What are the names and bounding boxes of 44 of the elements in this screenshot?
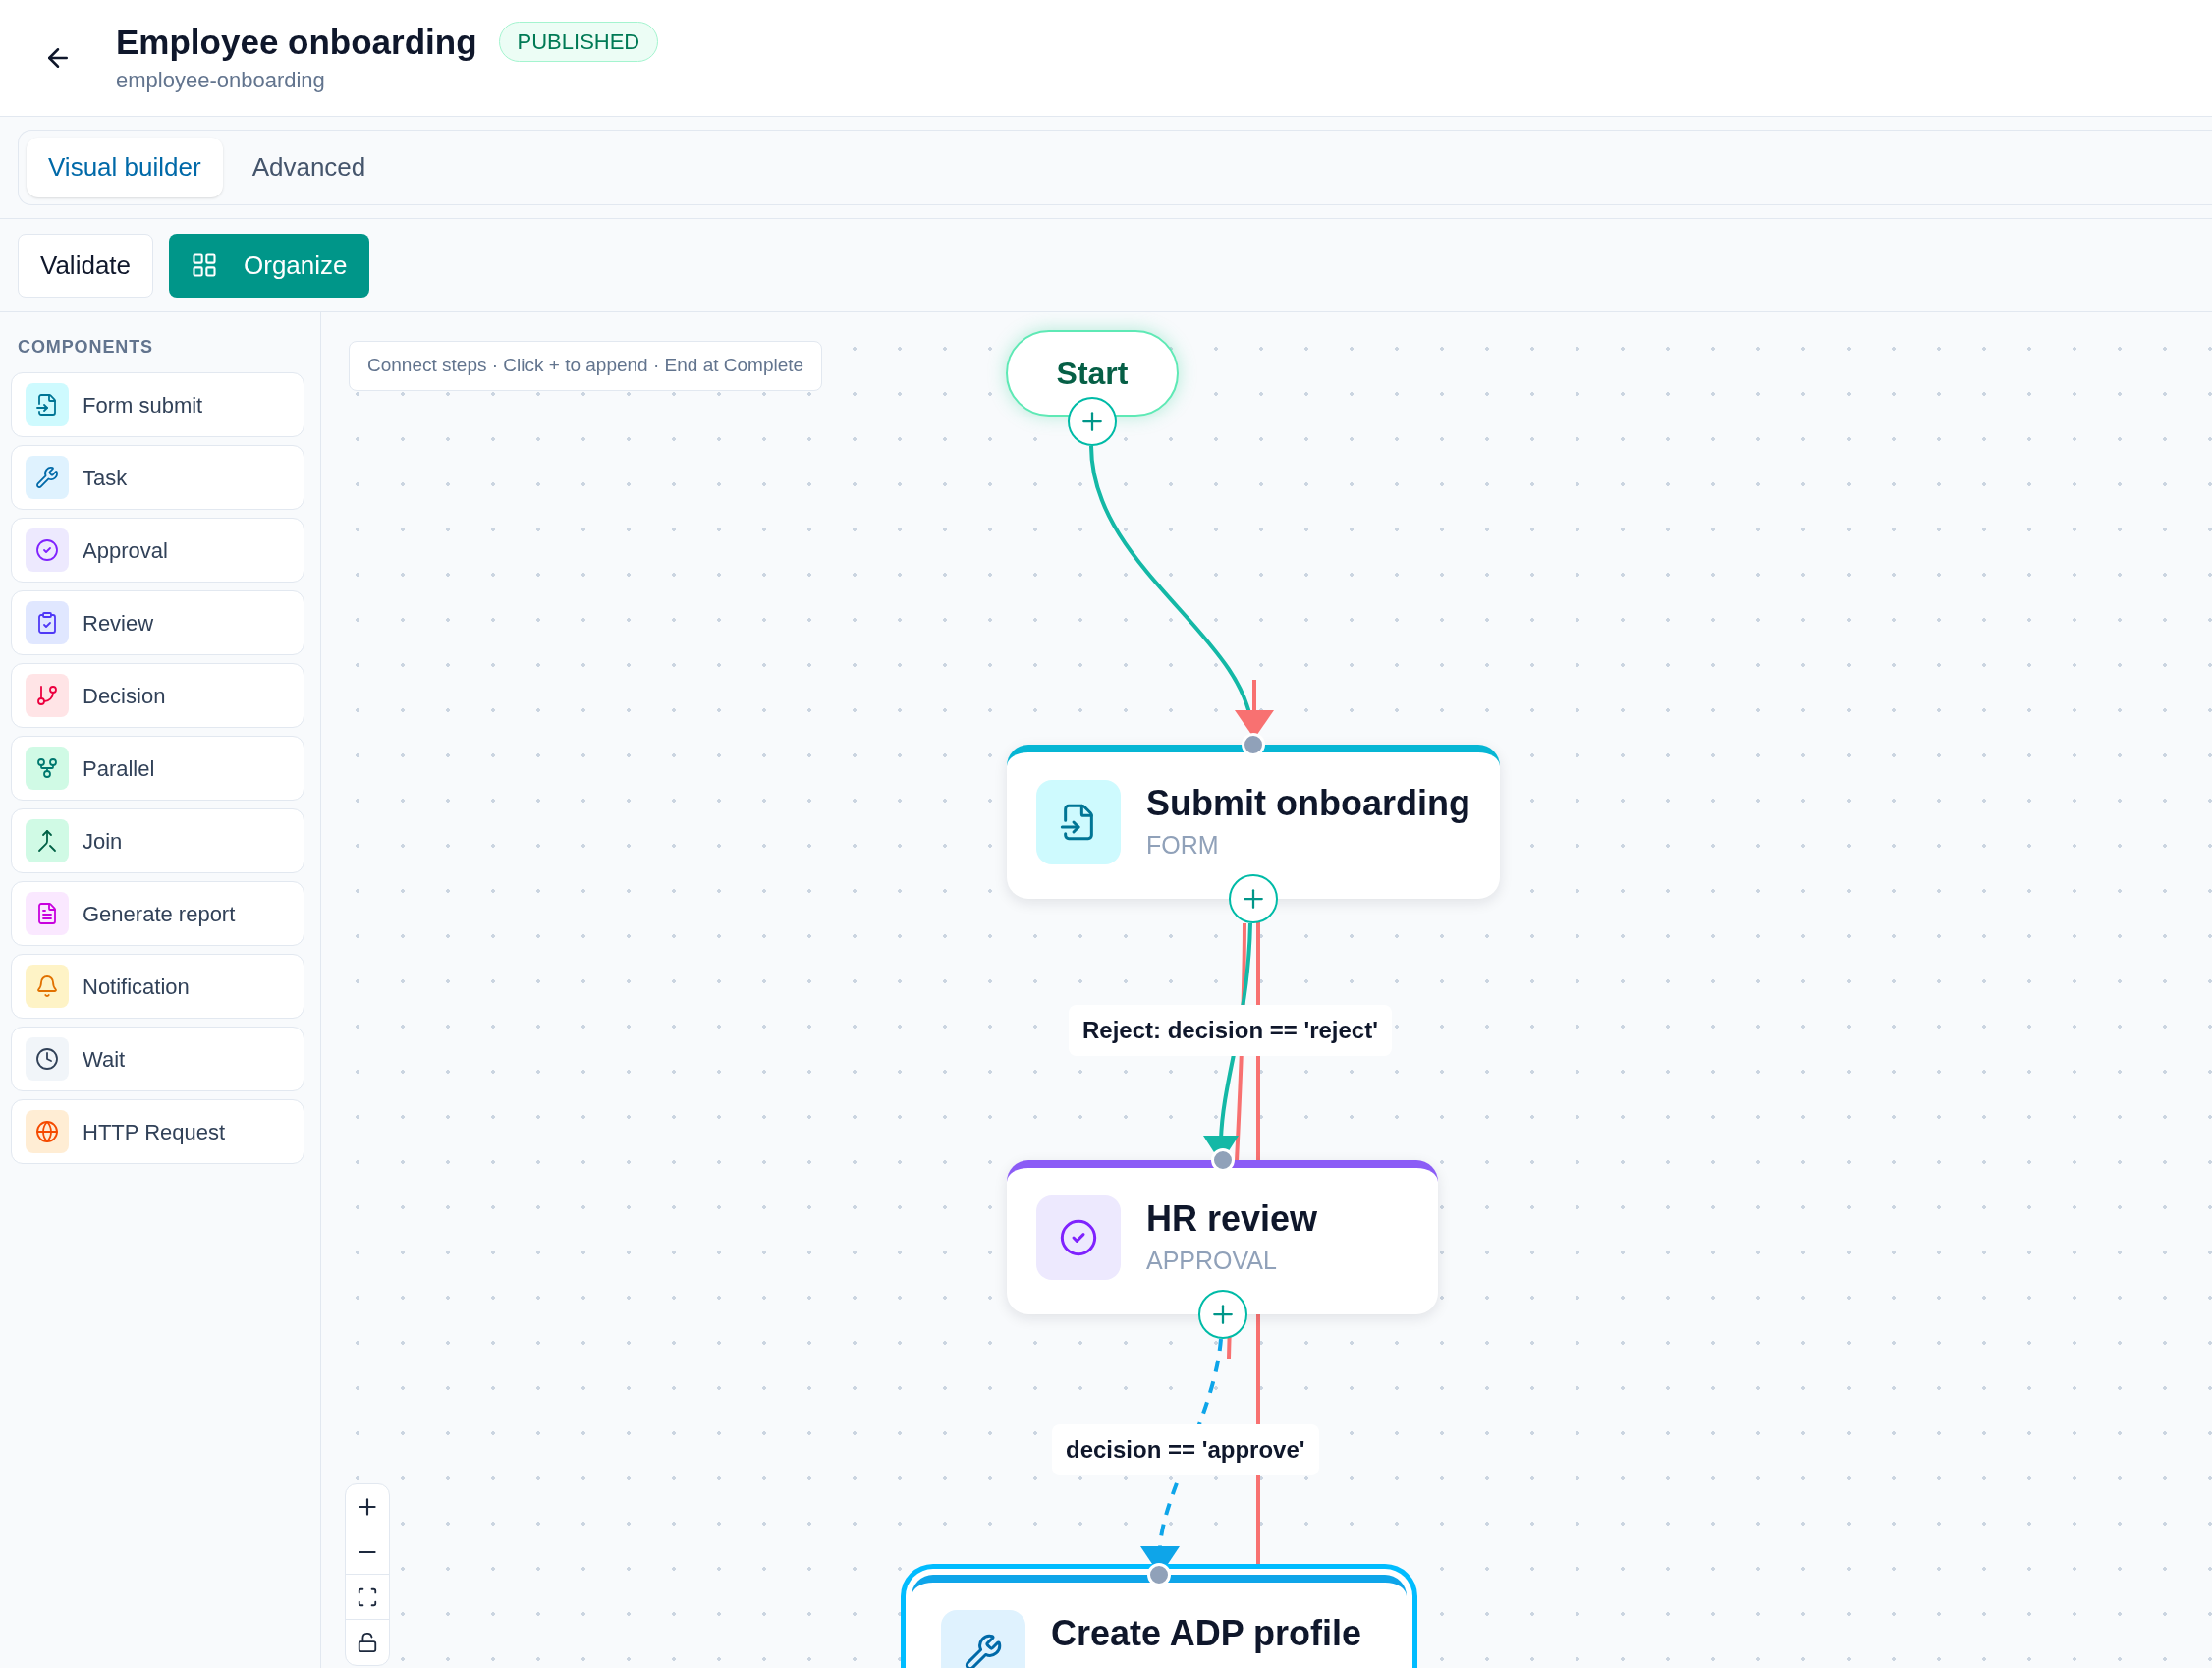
branch-icon — [26, 674, 69, 717]
step-type: FORM — [1146, 830, 1220, 861]
clock-icon — [26, 1037, 69, 1081]
document-icon — [26, 892, 69, 935]
step-node-card[interactable]: HR review APPROVAL — [1007, 1160, 1438, 1314]
connection-handle[interactable] — [1242, 733, 1265, 756]
add-step-button[interactable] — [1068, 397, 1117, 446]
component-item[interactable]: Join — [11, 808, 304, 873]
sidebar-heading: COMPONENTS — [17, 336, 154, 359]
status-badge: PUBLISHED — [498, 22, 659, 62]
tab[interactable]: Visual builder — [27, 138, 223, 197]
component-item[interactable]: Generate report — [11, 881, 304, 946]
validate-button[interactable]: Validate — [18, 233, 154, 298]
organize-button[interactable]: Organize — [169, 233, 369, 298]
clipboard-check-icon — [26, 601, 69, 644]
component-item[interactable]: Review — [11, 590, 304, 655]
component-item[interactable]: Approval — [11, 518, 304, 583]
component-item[interactable]: Form submit — [11, 372, 304, 437]
component-item[interactable]: Parallel — [11, 736, 304, 801]
bell-icon — [26, 965, 69, 1008]
page-slug: employee-onboarding — [116, 66, 326, 94]
add-step-button[interactable] — [1229, 874, 1278, 923]
component-item[interactable]: Task — [11, 445, 304, 510]
edge-label: decision == 'approve' — [1052, 1424, 1319, 1475]
step-title: HR review — [1146, 1197, 1318, 1241]
page-title: Employee onboarding — [116, 21, 477, 63]
component-item[interactable]: Wait — [11, 1027, 304, 1091]
start-node[interactable]: Start — [1006, 330, 1179, 417]
component-item[interactable]: Notification — [11, 954, 304, 1019]
step-type: APPROVAL — [1146, 1246, 1278, 1276]
workflow-canvas[interactable]: Connect steps · Click + to append · End at Complete Start Submit onboarding FORM Reject: decision == 'reject' HR review APPROVAL decision == 'approve' Create ADP profile — [321, 312, 2212, 1668]
globe-icon — [26, 1110, 69, 1153]
step-node-card[interactable]: Submit onboarding FORM — [1007, 745, 1500, 899]
component-item[interactable]: HTTP Request — [11, 1099, 304, 1164]
wrench-icon — [26, 456, 69, 499]
fork-icon — [26, 747, 69, 790]
step-title: Submit onboarding — [1146, 782, 1470, 825]
grid-icon — [191, 251, 219, 279]
merge-icon — [26, 819, 69, 862]
tab[interactable]: Advanced — [230, 138, 388, 197]
component-item[interactable]: Decision — [11, 663, 304, 728]
canvas-hint: Connect steps · Click + to append · End at Complete — [349, 341, 823, 391]
step-title: Create ADP profile — [1051, 1612, 1362, 1655]
edge-label: Reject: decision == 'reject' — [1069, 1005, 1392, 1056]
